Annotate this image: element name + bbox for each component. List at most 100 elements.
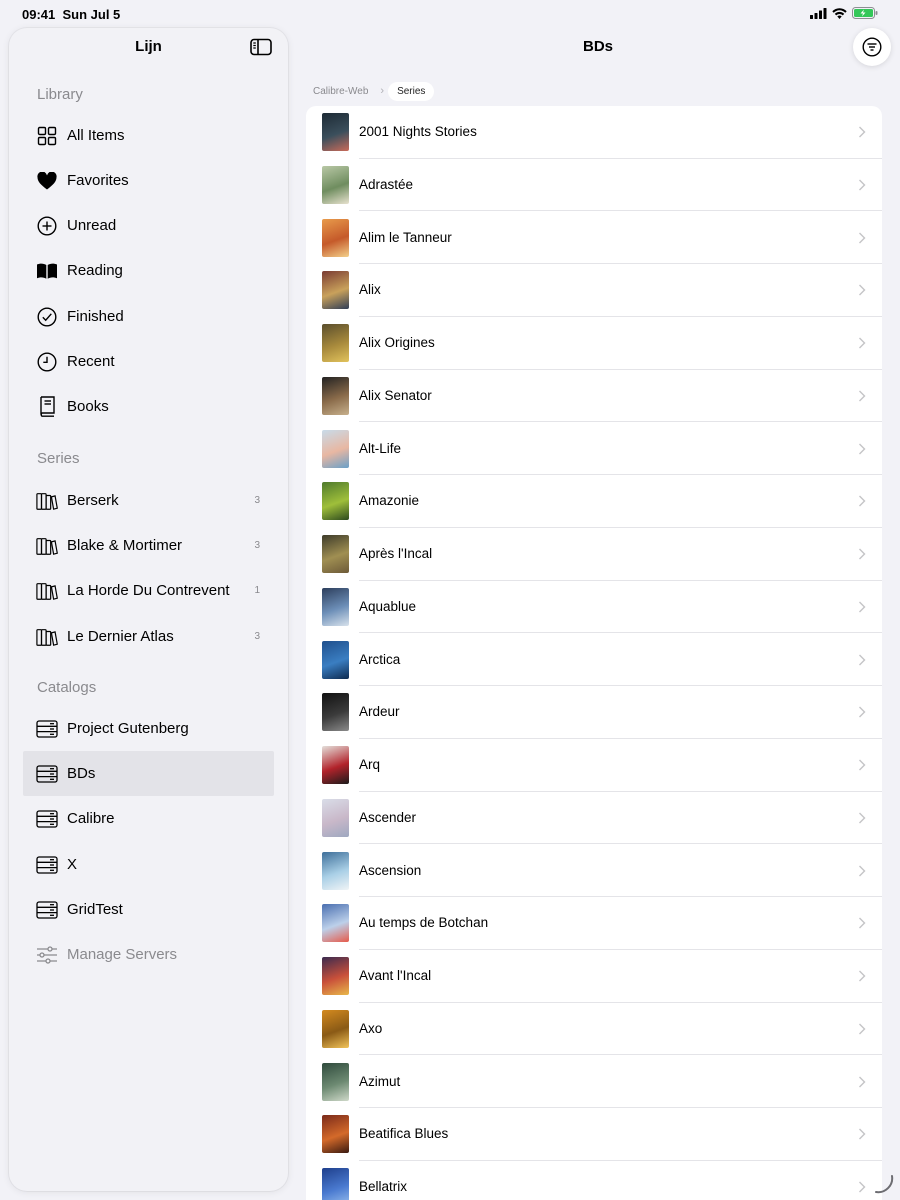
- list-item[interactable]: Bellatrix: [306, 1161, 882, 1200]
- series-title: Alix: [359, 282, 381, 298]
- chevron-right-icon: [859, 179, 866, 191]
- series-cover-thumbnail: [322, 429, 349, 468]
- series-title: Bellatrix: [359, 1179, 408, 1194]
- series-cover-thumbnail: [322, 957, 349, 995]
- list-item[interactable]: Arctica: [306, 634, 882, 687]
- series-count-badge: 1: [254, 585, 260, 596]
- sliders-icon: [36, 944, 58, 966]
- chevron-right-icon: [859, 1076, 866, 1087]
- list-item[interactable]: Alim le Tanneur: [306, 212, 882, 265]
- series-cover-thumbnail: [322, 693, 349, 732]
- chevron-right-icon: [859, 1023, 866, 1035]
- series-count-badge: 3: [254, 495, 260, 506]
- series-title: 2001 Nights Stories: [359, 124, 477, 139]
- list-item[interactable]: Azimut: [306, 1056, 882, 1109]
- sidebar-item-label: Project Gutenberg: [67, 720, 189, 737]
- series-cover-thumbnail: [322, 218, 349, 257]
- list-item[interactable]: Amazonie: [306, 475, 882, 528]
- series-title: Alim le Tanneur: [359, 229, 452, 245]
- sidebar-item-la-horde-du-contrevent[interactable]: La Horde Du Contrevent 1: [23, 568, 274, 613]
- series-cover-thumbnail: [322, 1168, 349, 1200]
- series-title: Avant l'Incal: [359, 968, 432, 983]
- series-title: Ascender: [359, 809, 417, 825]
- series-cover-thumbnail: [322, 376, 349, 415]
- series-title: Arq: [359, 757, 381, 772]
- sidebar-item-bds[interactable]: BDs: [23, 751, 274, 796]
- series-cover-thumbnail: [322, 798, 349, 837]
- server-icon: [36, 854, 58, 876]
- filter-button[interactable]: [853, 28, 891, 66]
- breadcrumb: Calibre-Web › Series: [305, 80, 435, 102]
- sidebar-item-label: La Horde Du Contrevent: [67, 582, 230, 599]
- grid-icon: [36, 125, 58, 147]
- sidebar-item-recent[interactable]: Recent: [23, 339, 274, 384]
- series-title: Azimut: [359, 1073, 401, 1089]
- series-title: Alt-Life: [359, 440, 402, 456]
- sidebar-item-label: Books: [67, 398, 109, 415]
- breadcrumb-parent[interactable]: Calibre-Web: [305, 86, 376, 97]
- series-title: Axo: [359, 1020, 383, 1036]
- series-title: Après l'Incal: [359, 546, 433, 561]
- list-item[interactable]: Axo: [306, 1003, 882, 1056]
- list-item[interactable]: Au temps de Botchan: [306, 897, 882, 950]
- chevron-right-icon: [859, 654, 866, 665]
- sidebar-item-favorites[interactable]: Favorites: [23, 158, 274, 203]
- book-open-icon: [36, 260, 58, 282]
- breadcrumb-current[interactable]: Series: [388, 81, 435, 101]
- page-title: BDs: [582, 38, 613, 55]
- loading-spinner-icon: [875, 1175, 894, 1194]
- battery-charging-icon: [852, 7, 878, 19]
- sidebar-title: Lijn: [135, 38, 162, 55]
- series-list[interactable]: 2001 Nights Stories Adrastée Alim le Tanne…: [306, 106, 882, 1200]
- books-vertical-icon: [36, 535, 58, 557]
- list-item[interactable]: Avant l'Incal: [306, 950, 882, 1003]
- series-cover-thumbnail: [322, 482, 349, 521]
- filter-icon: [862, 37, 882, 57]
- status-time: 09:41 Sun Jul 5: [22, 7, 120, 22]
- books-vertical-icon: [36, 626, 58, 648]
- series-cover-thumbnail: [322, 587, 349, 626]
- sidebar-item-le-dernier-atlas[interactable]: Le Dernier Atlas 3: [23, 614, 274, 659]
- list-item[interactable]: Beatifica Blues: [306, 1108, 882, 1161]
- sidebar-item-gridtest[interactable]: GridTest: [23, 887, 274, 932]
- list-item[interactable]: Alix Senator: [306, 370, 882, 423]
- books-vertical-icon: [36, 580, 58, 602]
- sidebar-item-finished[interactable]: Finished: [23, 294, 274, 339]
- sidebar-item-reading[interactable]: Reading: [23, 248, 274, 293]
- sidebar-toggle-icon[interactable]: [250, 38, 272, 56]
- chevron-right-icon: [859, 759, 866, 771]
- list-item[interactable]: 2001 Nights Stories: [306, 106, 882, 159]
- list-item[interactable]: Ascender: [306, 792, 882, 845]
- sidebar-item-x[interactable]: X: [23, 842, 274, 887]
- status-indicators: [810, 7, 878, 19]
- list-item[interactable]: Alt-Life: [306, 423, 882, 476]
- chevron-right-icon: [859, 495, 866, 507]
- sidebar-item-project-gutenberg[interactable]: Project Gutenberg: [23, 706, 274, 751]
- clock-icon: [36, 351, 58, 373]
- list-item[interactable]: Aquablue: [306, 581, 882, 634]
- sidebar-item-blake-mortimer[interactable]: Blake & Mortimer 3: [23, 523, 274, 568]
- list-item[interactable]: Arq: [306, 739, 882, 792]
- list-item[interactable]: Alix: [306, 264, 882, 317]
- sidebar-item-berserk[interactable]: Berserk 3: [23, 478, 274, 523]
- sidebar-item-manage-servers[interactable]: Manage Servers: [23, 932, 274, 977]
- series-cover-thumbnail: [322, 165, 349, 204]
- series-cover-thumbnail: [322, 324, 349, 362]
- series-section-header: Series: [37, 450, 80, 467]
- list-item[interactable]: Alix Origines: [306, 317, 882, 370]
- sidebar-item-calibre[interactable]: Calibre: [23, 796, 274, 841]
- list-item[interactable]: Après l'Incal: [306, 528, 882, 581]
- series-count-badge: 3: [254, 631, 260, 642]
- series-cover-thumbnail: [322, 1062, 349, 1101]
- sidebar-item-unread[interactable]: Unread: [23, 203, 274, 248]
- series-cover-thumbnail: [322, 535, 349, 573]
- series-cover-thumbnail: [322, 746, 349, 784]
- server-icon: [36, 808, 58, 830]
- list-item[interactable]: Ardeur: [306, 686, 882, 739]
- list-item[interactable]: Ascension: [306, 845, 882, 898]
- sidebar-item-label: Reading: [67, 262, 123, 279]
- sidebar-item-books[interactable]: Books: [23, 384, 274, 429]
- list-item[interactable]: Adrastée: [306, 159, 882, 212]
- sidebar-item-all-items[interactable]: All Items: [23, 113, 274, 158]
- plus-circle-icon: [36, 215, 58, 237]
